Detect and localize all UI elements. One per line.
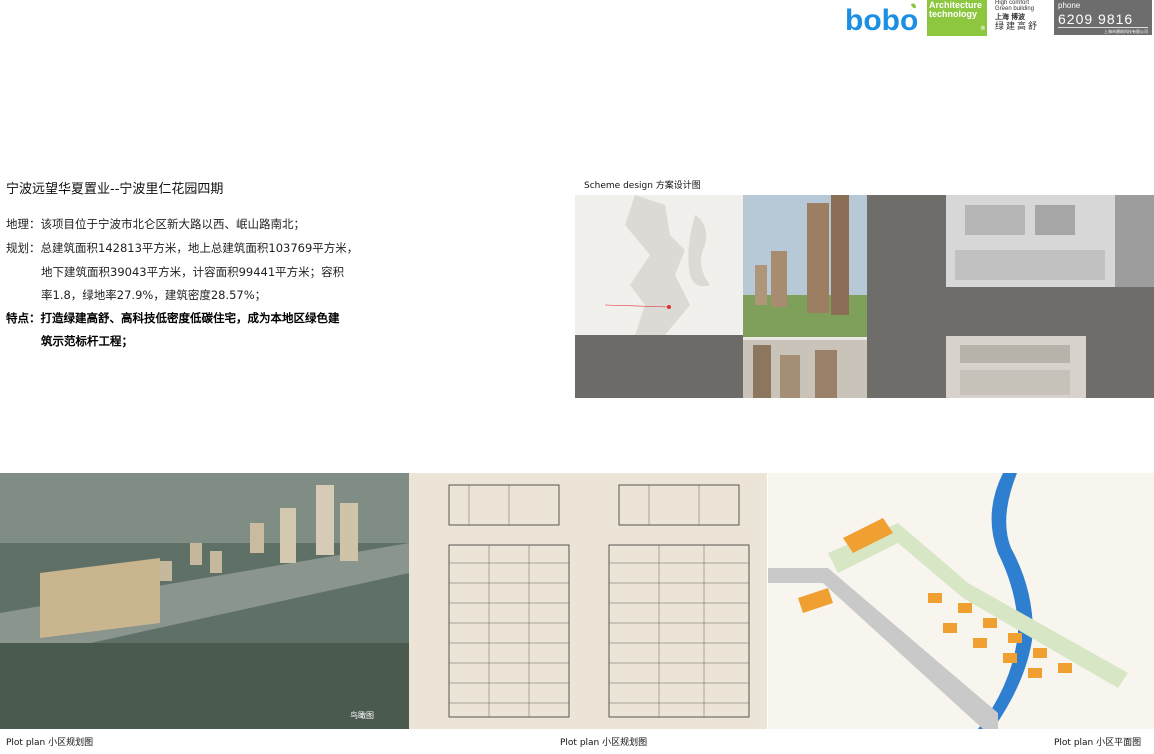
brand-cn2: 绿建高舒 [995, 21, 1040, 31]
caption-right: Plot plan 小区平面图 [1054, 738, 1142, 748]
scheme-design-label: Scheme design 方案设计图 [584, 181, 701, 191]
project-title: 宁波远望华夏置业--宁波里仁花园四期 [6, 182, 224, 197]
project-location-line: 地理：该项目位于宁波市北仑区新大路以西、岷山路南北； [6, 217, 305, 231]
architecture-technology-logo: Architecture technology ® [927, 0, 987, 36]
project-plan-line-2: 地下建筑面积39043平方米，计容面积99441平方米；容积 [41, 265, 345, 279]
caption-center: Plot plan 小区规划图 [560, 738, 648, 748]
aerial-label: 鸟瞰图 [350, 710, 374, 720]
arch-line2: technology [929, 9, 978, 19]
brand-text: High comfort Green building 上海 博波 绿建高舒 [995, 0, 1050, 31]
svg-text:bobo: bobo [845, 4, 918, 36]
scheme-collage [575, 195, 1154, 398]
phone-box: phone 6209 9816 上海市建筑科技有限公司 [1054, 0, 1152, 35]
phone-number: 6209 9816 [1058, 11, 1148, 28]
project-feature-line-2: 筑示范标杆工程； [41, 334, 133, 348]
project-plan-line-3: 率1.8，绿地率27.9%，建筑密度28.57%； [41, 288, 267, 302]
aerial-view-image: 鸟瞰图 [0, 473, 409, 729]
phone-sub: 上海市建筑科技有限公司 [1104, 29, 1148, 34]
site-plan-image [768, 473, 1154, 729]
floor-plan-drawing [409, 473, 767, 729]
elevation-drawing [409, 473, 767, 729]
scheme-design-image [575, 195, 1154, 398]
project-plan-line-1: 规划：总建筑面积142813平方米，地上总建筑面积103769平方米， [6, 241, 359, 255]
phone-label: phone [1058, 1, 1081, 10]
bobo-logo: bobo [845, 2, 919, 37]
brand-line2: Green building [995, 6, 1035, 12]
arch-reg: ® [980, 26, 985, 32]
aerial-render: 鸟瞰图 [0, 473, 409, 729]
site-plan [768, 473, 1154, 729]
bobo-logo-graphic: bobo [845, 3, 918, 37]
project-feature-line-1: 特点：打造绿建高舒、高科技低密度低碳住宅，成为本地区绿色建 [6, 311, 340, 325]
caption-left: Plot plan 小区规划图 [6, 738, 94, 748]
